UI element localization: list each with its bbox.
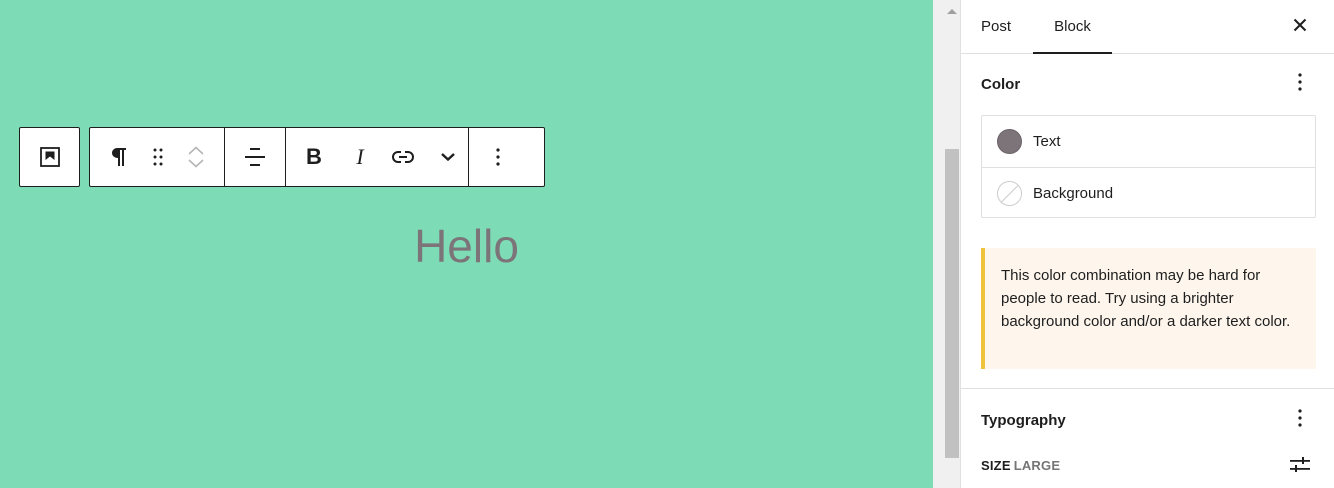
contrast-warning-notice: This color combination may be hard for p… — [981, 248, 1316, 369]
custom-size-toggle-button[interactable] — [1288, 455, 1312, 479]
bold-icon: B — [306, 144, 322, 169]
paragraph-icon — [109, 146, 129, 168]
background-color-item[interactable]: Background — [982, 167, 1315, 218]
color-settings-list: Text Background — [981, 115, 1316, 218]
text-color-label: Text — [1033, 133, 1061, 150]
align-center-icon — [244, 147, 266, 167]
background-color-label: Background — [1033, 184, 1114, 202]
chevron-down-icon[interactable] — [188, 159, 204, 168]
close-icon — [1293, 18, 1307, 37]
block-mover — [168, 128, 224, 186]
tab-post[interactable]: Post — [981, 0, 1011, 54]
chevron-up-icon[interactable] — [188, 146, 204, 155]
sliders-icon — [1289, 456, 1311, 479]
block-parent-toolbar — [19, 127, 80, 187]
link-icon — [391, 150, 415, 164]
drag-handle[interactable] — [148, 128, 168, 186]
sidebar-tabs: Post Block — [961, 0, 1334, 54]
typography-panel-title: Typography — [981, 412, 1066, 429]
align-button[interactable] — [225, 128, 285, 186]
block-options-button[interactable] — [469, 128, 527, 186]
text-color-item[interactable]: Text — [982, 116, 1315, 167]
select-parent-button[interactable] — [20, 128, 79, 186]
color-panel-title: Color — [981, 76, 1021, 93]
contrast-warning-text: This color combination may be hard for p… — [1001, 267, 1291, 330]
more-rich-text-button[interactable] — [428, 128, 468, 186]
settings-sidebar: Post Block Color Text Background This co… — [961, 0, 1334, 488]
panel-divider — [961, 388, 1334, 389]
drag-handle-icon — [152, 147, 164, 167]
text-color-swatch — [997, 129, 1022, 154]
bold-button[interactable]: B — [286, 128, 342, 186]
typography-panel-options-button[interactable] — [1288, 408, 1312, 432]
block-type-button[interactable] — [90, 128, 148, 186]
scrollbar-thumb[interactable] — [945, 149, 959, 458]
font-size-value: LARGE — [1013, 458, 1061, 473]
no-color-swatch-icon — [997, 180, 1022, 206]
tab-block[interactable]: Block — [1033, 0, 1112, 54]
scroll-up-arrow-icon[interactable] — [946, 2, 958, 14]
more-options-icon — [1297, 408, 1303, 433]
more-options-icon — [495, 147, 501, 167]
close-sidebar-button[interactable] — [1288, 15, 1312, 39]
font-size-label: SIZE LARGE — [981, 458, 1060, 473]
paragraph-block[interactable]: Hello — [0, 216, 933, 276]
link-button[interactable] — [378, 128, 428, 186]
block-toolbar: B I — [89, 127, 545, 187]
more-rich-text-chevron-icon — [440, 152, 456, 162]
italic-button[interactable]: I — [342, 128, 378, 186]
font-size-label-text: SIZE — [981, 458, 1011, 473]
block-parent-icon — [38, 145, 62, 169]
italic-icon: I — [356, 144, 364, 169]
editor-canvas[interactable]: Hello — [0, 0, 933, 488]
more-options-icon — [1297, 72, 1303, 97]
color-panel-options-button[interactable] — [1288, 72, 1312, 96]
